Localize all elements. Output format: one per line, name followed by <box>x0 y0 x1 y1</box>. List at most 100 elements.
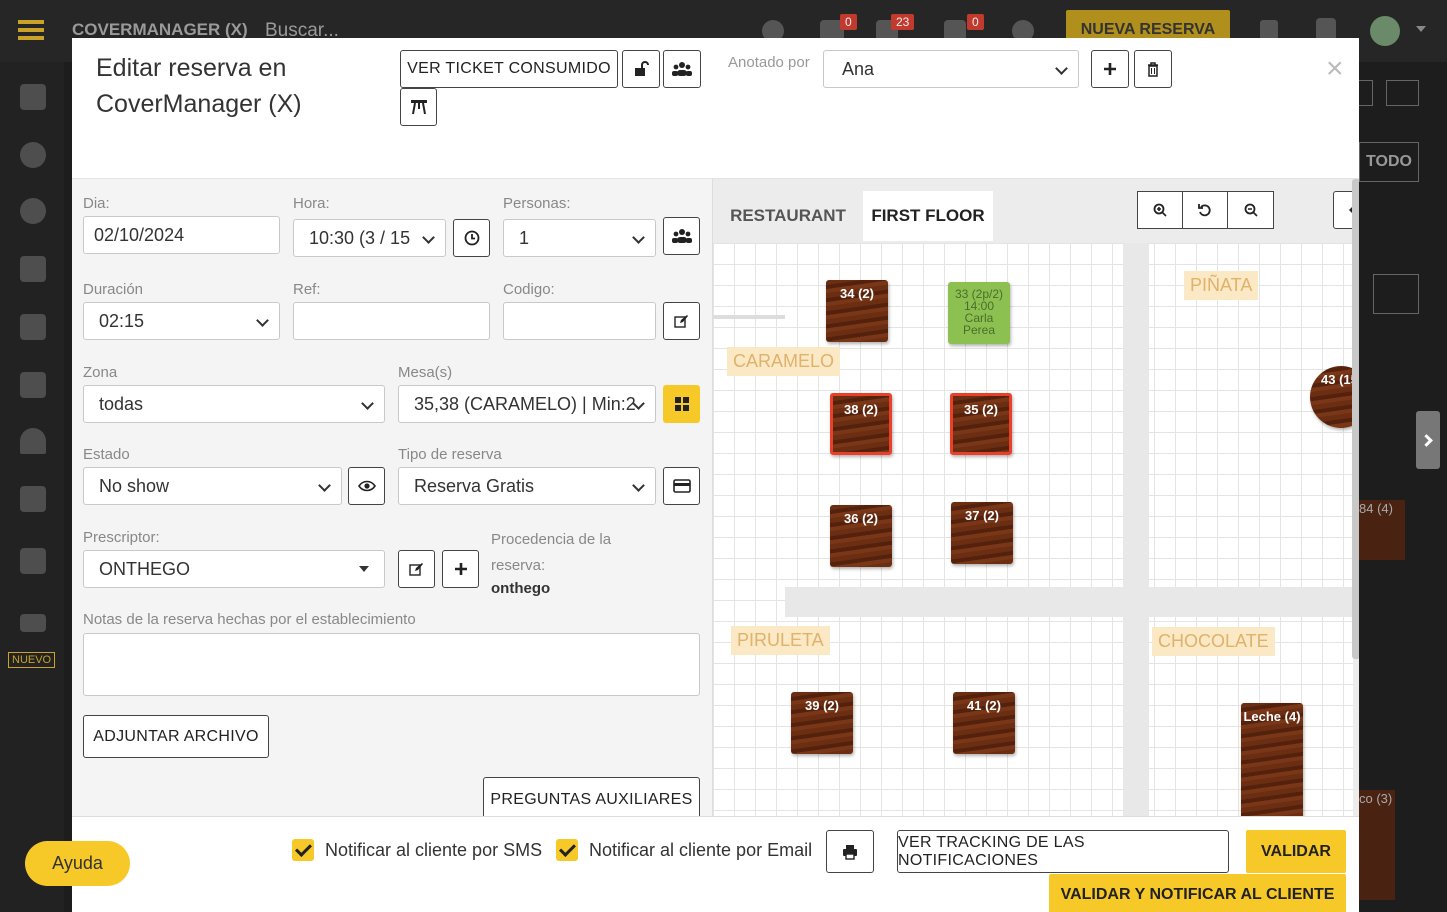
sms-label: Notificar al cliente por SMS <box>325 840 543 860</box>
chevron-down-icon[interactable] <box>1416 26 1426 32</box>
map-toolbar <box>1137 191 1323 229</box>
table-36[interactable]: 36 (2) <box>830 505 892 567</box>
side-panel-toggle[interactable] <box>1416 411 1440 469</box>
edit-reservation-modal: Editar reserva en CoverManager (X) VER T… <box>72 38 1359 912</box>
view-ticket-button[interactable]: VER TICKET CONSUMIDO <box>400 50 618 88</box>
email-label: Notificar al cliente por Email <box>589 840 813 860</box>
table-34[interactable]: 34 (2) <box>826 280 888 342</box>
gamepad-icon[interactable] <box>20 548 46 574</box>
table-38[interactable]: 38 (2) <box>830 393 892 455</box>
delete-annotator-button[interactable] <box>1134 50 1172 88</box>
table-icon[interactable] <box>20 486 46 512</box>
bg-clock-button <box>1373 274 1419 314</box>
table-39[interactable]: 39 (2) <box>791 692 853 754</box>
modal-title: Editar reserva en CoverManager (X) <box>96 54 302 118</box>
hora-label: Hora: <box>293 195 330 212</box>
duration-select[interactable]: 02:15 <box>83 302 280 340</box>
chevron-right-icon <box>1419 433 1433 447</box>
menu-icon[interactable] <box>18 20 44 40</box>
sms-checkbox[interactable] <box>292 839 314 861</box>
modal-header: Editar reserva en CoverManager (X) VER T… <box>72 38 1359 179</box>
table-grid-button[interactable] <box>663 385 700 423</box>
group-button[interactable] <box>663 50 701 88</box>
code-input[interactable] <box>503 302 656 340</box>
edit-prescriptor-button[interactable] <box>398 550 435 588</box>
credit-card-icon <box>672 479 691 493</box>
prescriptor-label: Prescriptor: <box>83 529 160 546</box>
caret-down-icon <box>359 566 369 572</box>
new-badge: NUEVO <box>8 652 56 668</box>
table-35[interactable]: 35 (2) <box>950 393 1012 455</box>
zone-select[interactable]: todas <box>83 385 385 423</box>
gear-icon[interactable] <box>20 198 46 224</box>
chart-icon[interactable] <box>20 256 46 282</box>
table-leche[interactable]: Leche (4) <box>1241 703 1303 816</box>
print-button[interactable] <box>826 830 874 873</box>
view-status-button[interactable] <box>348 467 385 505</box>
ref-input[interactable] <box>293 302 490 340</box>
validate-notify-button[interactable]: VALIDAR Y NOTIFICAR AL CLIENTE <box>1049 874 1346 912</box>
payment-button[interactable] <box>663 467 700 505</box>
help-button[interactable]: Ayuda <box>25 841 130 886</box>
plus-icon <box>454 563 467 575</box>
zoom-in-button[interactable] <box>1137 191 1183 229</box>
notes-textarea[interactable] <box>83 633 700 696</box>
calendar-icon[interactable] <box>20 84 46 110</box>
guests-select[interactable]: 1 <box>503 219 656 257</box>
terrace-button[interactable] <box>400 88 437 126</box>
reservation-type-select[interactable]: Reserva Gratis <box>398 467 656 505</box>
tables-select[interactable]: 35,38 (CARAMELO) | Min:2 <box>398 385 656 423</box>
time-select[interactable]: 10:30 (3 / 15 <box>293 219 446 257</box>
bg-table-label: 84 (4) <box>1359 501 1393 516</box>
modal-footer: Notificar al cliente por SMS Notificar a… <box>72 816 1359 912</box>
table-43[interactable]: 43 (15 <box>1310 366 1353 428</box>
close-icon[interactable]: × <box>1326 52 1344 86</box>
floor-canvas: CARAMELO PIÑATA PIRULETA CHOCOLATE 34 (2… <box>713 243 1353 816</box>
table-37[interactable]: 37 (2) <box>951 502 1013 564</box>
add-annotator-button[interactable] <box>1091 50 1129 88</box>
app-name[interactable]: COVERMANAGER (X) <box>72 20 248 40</box>
eye-icon <box>357 480 376 492</box>
attach-file-button[interactable]: ADJUNTAR ARCHIVO <box>83 715 269 758</box>
unlock-icon <box>635 61 649 76</box>
avatar[interactable] <box>1370 16 1400 46</box>
zone-label-caramelo: CARAMELO <box>727 347 841 376</box>
clock-button[interactable] <box>453 219 490 257</box>
zoom-in-icon <box>1153 203 1167 217</box>
bg-prev-button <box>1359 80 1373 106</box>
add-prescriptor-button[interactable] <box>442 550 479 588</box>
status-select[interactable]: No show <box>83 467 342 505</box>
table-33[interactable]: 33 (2p/2) 14:00 Carla Perea <box>948 282 1010 344</box>
bell-icon[interactable] <box>20 428 46 454</box>
rotate-icon <box>1198 204 1211 217</box>
unlock-button[interactable] <box>622 50 660 88</box>
bg-all-button: TODO <box>1359 142 1419 182</box>
zona-label: Zona <box>83 364 118 381</box>
ticket-icon[interactable] <box>20 614 46 632</box>
edit-icon <box>409 562 423 576</box>
annotated-by-select[interactable]: Ana <box>823 50 1079 88</box>
truck-icon[interactable] <box>20 314 46 340</box>
terrace-icon <box>410 100 427 115</box>
edit-code-button[interactable] <box>663 302 700 340</box>
ref-label: Ref: <box>293 281 321 298</box>
validate-button[interactable]: VALIDAR <box>1246 830 1346 873</box>
date-input[interactable]: 02/10/2024 <box>83 216 280 254</box>
notifications-tracking-button[interactable]: VER TRACKING DE LAS NOTIFICACIONES <box>897 830 1229 873</box>
face-icon[interactable] <box>20 142 46 168</box>
tab-first-floor[interactable]: FIRST FLOOR <box>863 191 993 241</box>
table-41[interactable]: 41 (2) <box>953 692 1015 754</box>
print-icon <box>843 844 857 860</box>
guests-button[interactable] <box>663 217 700 255</box>
prescriptor-select[interactable]: ONTHEGO <box>83 550 385 588</box>
edit-icon <box>674 314 688 328</box>
scrollbar[interactable] <box>1352 179 1359 659</box>
reset-button[interactable] <box>1183 191 1228 229</box>
zoom-out-button[interactable] <box>1228 191 1274 229</box>
users-icon <box>671 229 692 243</box>
grid-icon <box>674 397 689 411</box>
estado-label: Estado <box>83 446 130 463</box>
email-checkbox[interactable] <box>556 839 578 861</box>
phone-icon[interactable] <box>20 372 46 398</box>
tab-restaurant[interactable]: RESTAURANT <box>725 191 851 241</box>
